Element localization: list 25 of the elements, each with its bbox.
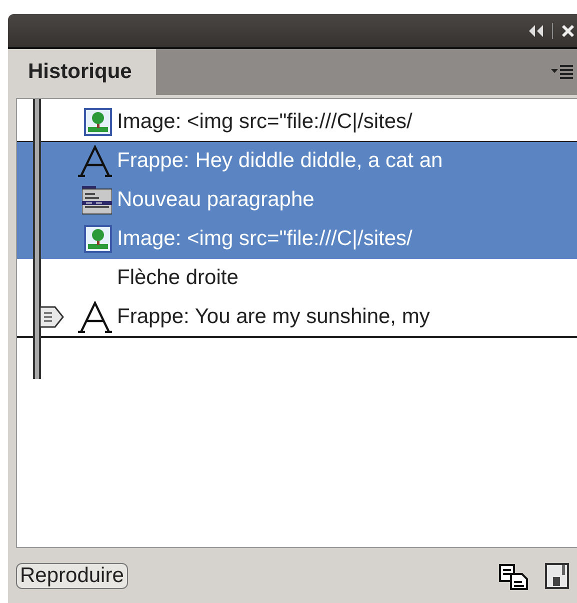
history-step-label: Frappe: You are my sunshine, my <box>117 305 430 329</box>
history-step-label: Image: <img src="file:///C|/sites/ <box>117 110 412 134</box>
history-step[interactable]: Frappe: You are my sunshine, my <box>17 298 577 338</box>
image-icon <box>84 225 112 253</box>
history-step[interactable]: Frappe: Hey diddle diddle, a cat an <box>17 142 577 181</box>
history-step[interactable]: Flèche droite <box>17 259 577 298</box>
history-slider-thumb[interactable] <box>39 306 65 328</box>
history-step[interactable]: Image: <img src="file:///C|/sites/ <box>17 220 577 259</box>
history-step-label: Image: <img src="file:///C|/sites/ <box>117 227 412 251</box>
image-icon <box>84 108 112 136</box>
collapse-icon[interactable] <box>528 24 544 36</box>
close-icon[interactable] <box>561 24 575 38</box>
letter-a-icon <box>78 145 112 177</box>
history-step-label: Flèche droite <box>117 266 238 290</box>
copy-steps-icon[interactable] <box>499 562 529 590</box>
panel-tab[interactable]: Historique <box>8 49 156 95</box>
save-icon[interactable] <box>545 562 569 588</box>
history-step-label: Frappe: Hey diddle diddle, a cat an <box>117 149 443 173</box>
letter-a-icon <box>78 301 112 333</box>
history-step[interactable]: Nouveau paragraphe <box>17 181 577 220</box>
paragraph-icon <box>82 185 112 215</box>
panel-menu-icon[interactable] <box>551 64 573 80</box>
replay-button[interactable]: Reproduire <box>16 562 128 588</box>
history-step-label: Nouveau paragraphe <box>117 188 314 212</box>
history-slider-track[interactable] <box>33 99 41 379</box>
